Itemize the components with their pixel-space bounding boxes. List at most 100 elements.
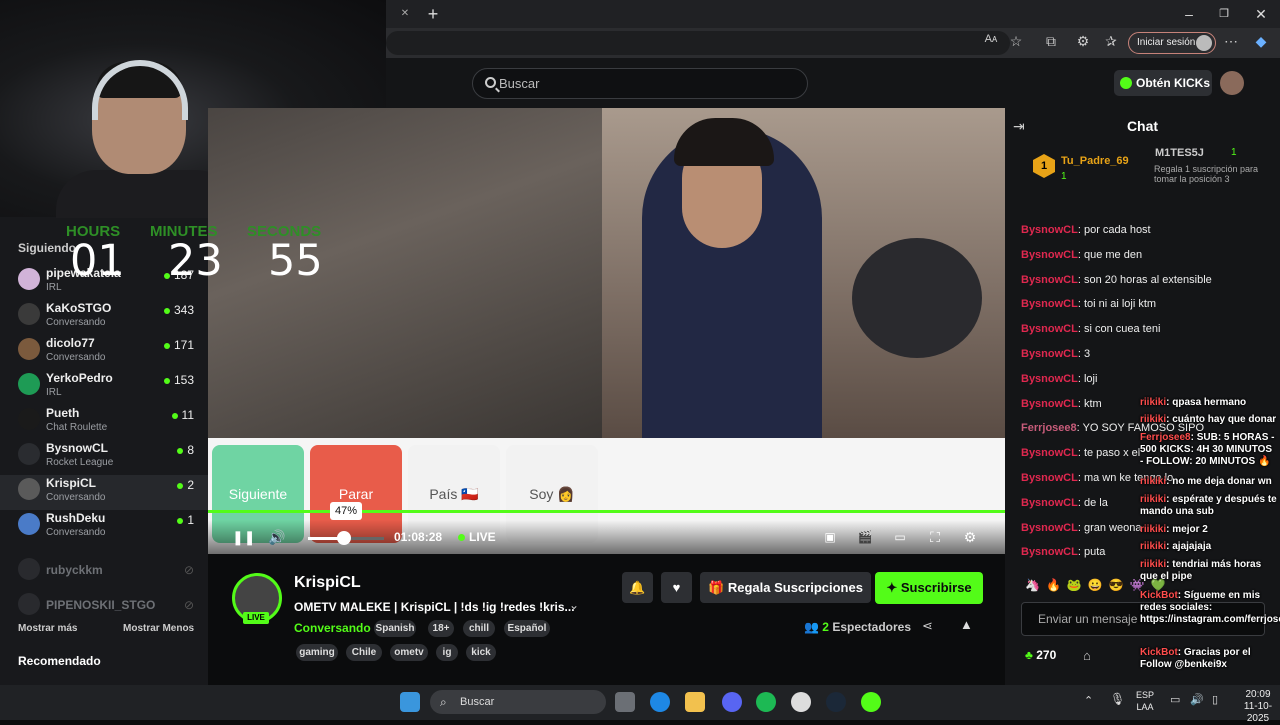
tag[interactable]: gaming [296, 644, 338, 661]
copilot-icon[interactable]: ◆ [1250, 33, 1272, 50]
task-view-icon[interactable] [615, 692, 635, 712]
volume-knob[interactable] [336, 531, 351, 545]
following-item-offline[interactable]: rubyckkm ⊘ [0, 555, 208, 590]
tag[interactable]: 18+ [428, 620, 454, 637]
channel-points[interactable]: ♣ 270 [1025, 648, 1056, 662]
favorites-icon[interactable]: ✰ [1100, 33, 1122, 50]
follow-heart-button[interactable]: ♥ [661, 572, 692, 603]
tag[interactable]: ig [436, 644, 458, 661]
chat-text: : toi ni ai loji ktm [1077, 298, 1157, 311]
notification-bell-button[interactable]: 🔔 [622, 572, 653, 603]
chat-username[interactable]: BysnowCL [1021, 298, 1078, 310]
favorite-star-icon[interactable]: ☆ [1005, 33, 1027, 50]
chat-username[interactable]: BysnowCL [1021, 447, 1078, 459]
more-menu-icon[interactable]: ⋯ [1220, 33, 1242, 50]
chat-text: : 3 [1077, 348, 1091, 360]
get-kicks-button[interactable]: Obtén KICKs [1114, 70, 1212, 96]
chat-username[interactable]: BysnowCL [1021, 224, 1078, 236]
overlay-chat-message: riikiki: espérate y después te mando una… [1140, 494, 1278, 518]
chat-username[interactable]: BysnowCL [1021, 274, 1078, 286]
close-window-button[interactable]: ✕ [1246, 0, 1276, 28]
language-indicator[interactable]: ESP LAA [1136, 689, 1154, 713]
channel-category: Conversando [46, 527, 106, 538]
gift-subs-button[interactable]: 🎁 Regala Suscripciones [700, 572, 871, 603]
restore-button[interactable]: ❐ [1209, 0, 1239, 28]
address-bar[interactable] [386, 31, 1010, 55]
tag[interactable]: kick [466, 644, 496, 661]
edge-icon[interactable] [650, 692, 670, 712]
steam-icon[interactable] [826, 692, 846, 712]
pip-icon[interactable]: ▣ [821, 528, 839, 546]
clock-date: 11-10-2025 [1243, 701, 1273, 724]
following-item[interactable]: RushDeku Conversando 1 [0, 510, 208, 545]
chat-username[interactable]: BysnowCL [1021, 472, 1078, 484]
chat-message: BysnowCL: que me den [1021, 249, 1142, 261]
following-item[interactable]: BysnowCL Rocket League 8 [0, 440, 208, 475]
tag[interactable]: chill [463, 620, 495, 637]
video-player[interactable]: Siguiente Parar País 🇨🇱 Soy 👩 ❚❚ 🔊 47% 01:0… [208, 108, 1005, 554]
streamer-name[interactable]: KrispiCL [294, 574, 361, 592]
signin-button[interactable]: Iniciar sesión [1128, 32, 1216, 54]
battery-icon[interactable]: ▯ [1212, 693, 1218, 706]
collapse-chat-icon[interactable]: ⇥ [1013, 118, 1025, 135]
following-item-offline[interactable]: PIPENOSKII_STGO ⊘ [0, 590, 208, 625]
show-more-link[interactable]: Mostrar más [18, 623, 77, 634]
overlay-chat-message: riikiki: mejor 2 [1140, 524, 1278, 536]
subscribe-button[interactable]: ✦ Suscribirse [875, 572, 983, 604]
tab-close-icon[interactable]: ✕ [390, 0, 420, 28]
following-item[interactable]: KrispiCL Conversando 2 [0, 475, 208, 510]
share-icon[interactable]: ⋖ [922, 618, 933, 634]
user-avatar[interactable] [1220, 71, 1244, 95]
tag[interactable]: Spanish [374, 620, 416, 637]
chat-username[interactable]: BysnowCL [1021, 348, 1078, 360]
obs-icon[interactable] [791, 692, 811, 712]
new-tab-button[interactable]: + [418, 0, 448, 28]
chat-username[interactable]: BysnowCL [1021, 497, 1078, 509]
chat-username[interactable]: BysnowCL [1021, 522, 1078, 534]
following-item[interactable]: YerkoPedro IRL 153 [0, 370, 208, 405]
clip-icon[interactable]: 🎬 [856, 528, 874, 546]
stream-category[interactable]: Conversando [294, 621, 371, 635]
discord-icon[interactable] [722, 692, 742, 712]
report-warning-icon[interactable]: ▲ [960, 617, 973, 632]
tray-chevron-icon[interactable]: ⌃ [1084, 694, 1093, 707]
theater-mode-icon[interactable]: ▭ [891, 528, 909, 546]
gift-icon: 🎁 [708, 580, 728, 595]
following-item[interactable]: dicolo77 Conversando 171 [0, 335, 208, 370]
file-explorer-icon[interactable] [685, 692, 705, 712]
tag[interactable]: Chile [346, 644, 382, 661]
following-item[interactable]: KaKoSTGO Conversando 343 [0, 300, 208, 335]
fullscreen-icon[interactable]: ⛶ [926, 528, 944, 546]
network-icon[interactable]: ▭ [1170, 693, 1180, 706]
spotify-icon[interactable] [756, 692, 776, 712]
store-icon[interactable]: ⌂ [1083, 648, 1091, 663]
viewer-count-value: 11 [181, 408, 194, 422]
kick-app-icon[interactable] [861, 692, 881, 712]
taskbar-search[interactable]: ⌕ Buscar [430, 690, 606, 714]
chat-username[interactable]: BysnowCL [1021, 398, 1078, 410]
tag[interactable]: ometv [390, 644, 428, 661]
read-aloud-icon[interactable]: Aᴀ [980, 33, 1002, 45]
volume-icon[interactable]: 🔊 [268, 528, 286, 546]
chevron-down-icon[interactable]: ⌄ [569, 598, 579, 612]
channel-name: BysnowCL [46, 441, 109, 455]
show-less-link[interactable]: Mostrar Menos [123, 623, 194, 634]
tag[interactable]: Español [504, 620, 550, 637]
chat-username[interactable]: BysnowCL [1021, 373, 1078, 385]
pause-icon[interactable]: ❚❚ [232, 528, 255, 546]
microphone-icon[interactable]: 🎙 [1110, 692, 1125, 706]
volume-tray-icon[interactable]: 🔊 [1190, 693, 1204, 706]
search-input[interactable]: Buscar [472, 68, 808, 99]
settings-gear-icon[interactable]: ⚙ [961, 528, 979, 546]
minimize-button[interactable]: – [1174, 0, 1204, 28]
chat-username[interactable]: BysnowCL [1021, 546, 1078, 558]
chat-username[interactable]: Ferrjosee8 [1021, 422, 1077, 434]
chat-username[interactable]: BysnowCL [1021, 323, 1078, 335]
collections-icon[interactable]: ⚙ [1072, 33, 1094, 50]
windows-start-icon[interactable] [400, 692, 420, 712]
viewer-count: 👥 2 Espectadores [804, 620, 911, 634]
chat-username[interactable]: BysnowCL [1021, 249, 1078, 261]
following-item[interactable]: Pueth Chat Roulette 11 [0, 405, 208, 440]
extensions-icon[interactable]: ⧉ [1040, 33, 1062, 50]
overlay-username: riikiki [1140, 559, 1167, 570]
